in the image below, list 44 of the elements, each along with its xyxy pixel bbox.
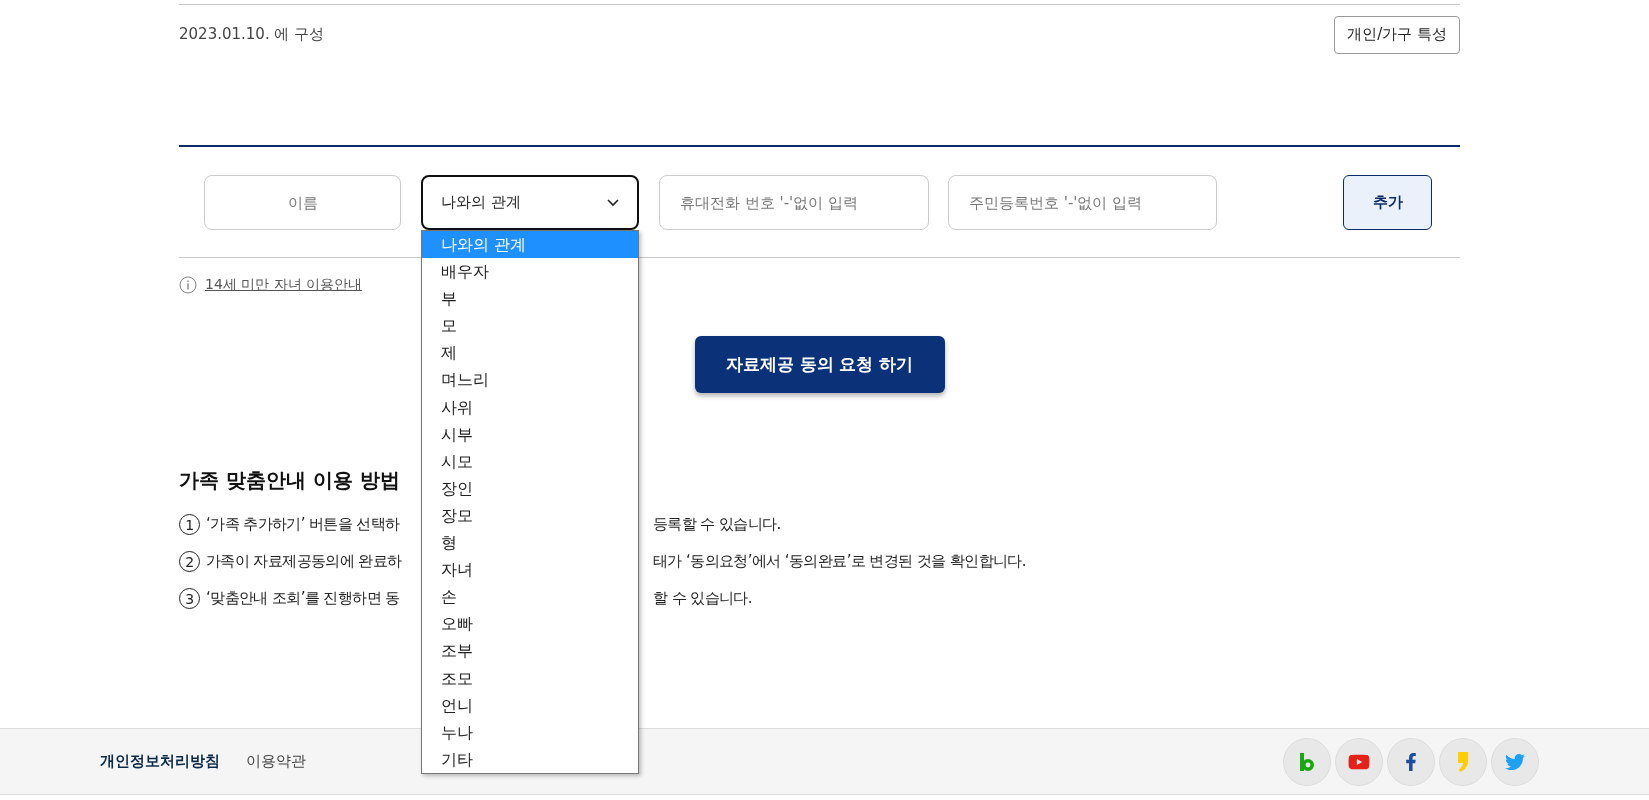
footer-link[interactable]: 개인정보처리방침 [100, 752, 220, 771]
social-button[interactable] [1387, 737, 1435, 786]
relation-select[interactable]: 나와의 관계 [421, 175, 639, 230]
consent-request-button[interactable]: 자료제공 동의 요청 하기 [694, 336, 945, 393]
bird-icon [1505, 751, 1525, 772]
dropdown-option[interactable]: 언니 [422, 691, 638, 719]
dropdown-option[interactable]: 제 [422, 339, 638, 367]
step-text: ‘맞춤안내 조회’를 진행하면 동 [206, 589, 400, 608]
info-icon [179, 276, 197, 294]
dropdown-option[interactable]: 기타 [422, 745, 638, 773]
dropdown-option[interactable]: 장인 [422, 474, 638, 502]
dropdown-option[interactable]: 사위 [422, 393, 638, 421]
dropdown-option[interactable]: 조모 [422, 664, 638, 692]
footer-link[interactable]: 이용약관 [246, 752, 306, 771]
dropdown-option[interactable]: 시부 [422, 420, 638, 448]
dropdown-option[interactable]: 배우자 [422, 258, 638, 286]
step-text: 등록할 수 있습니다. [653, 515, 781, 534]
date-text: 2023.01.10. 에 구성 [179, 25, 325, 44]
social-button[interactable] [1335, 737, 1383, 786]
guide-link[interactable]: 14세 미만 자녀 이용안내 [205, 276, 363, 294]
dropdown-option[interactable]: 오빠 [422, 610, 638, 638]
dropdown-option[interactable]: 장모 [422, 501, 638, 530]
resident-number-field[interactable]: 주민등록번호 '-'없이 입력 [948, 175, 1217, 230]
speech-mark-icon [1457, 751, 1469, 772]
blog-icon [1300, 752, 1314, 771]
dropdown-option[interactable]: 모 [422, 312, 638, 340]
dropdown-option[interactable]: 며느리 [422, 366, 638, 394]
dropdown-option[interactable]: 누나 [422, 718, 638, 746]
add-button[interactable]: 추가 [1343, 175, 1432, 230]
step-text: 할 수 있습니다. [653, 589, 752, 608]
name-field[interactable]: 이름 [204, 175, 401, 230]
profile-button[interactable]: 개인/가구 특성 [1334, 15, 1460, 54]
step-text: 가족이 자료제공동의에 완료하 [206, 552, 402, 571]
dropdown-option[interactable]: 자녀 [422, 556, 638, 584]
dropdown-option[interactable]: 시모 [422, 447, 638, 475]
dropdown-option[interactable]: 부 [422, 285, 638, 313]
chevron-down-icon [607, 198, 619, 207]
step-text: ‘가족 추가하기’ 버튼을 선택하 [206, 515, 400, 534]
dropdown-option[interactable]: 손 [422, 583, 638, 611]
step-text: 태가 ‘동의요청’에서 ‘동의완료’로 변경된 것을 확인합니다. [653, 552, 1026, 571]
dropdown-option[interactable]: 형 [422, 529, 638, 557]
phone-field[interactable]: 휴대전화 번호 '-'없이 입력 [659, 175, 929, 230]
dropdown-option[interactable]: 조부 [422, 637, 638, 665]
section-title: 가족 맞춤안내 이용 방법 [179, 467, 400, 494]
